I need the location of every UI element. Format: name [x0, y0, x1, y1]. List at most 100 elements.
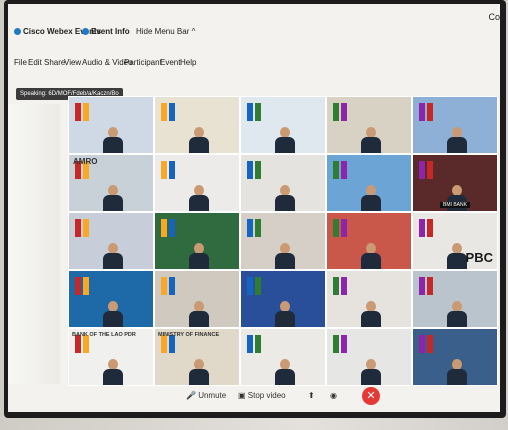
- side-panel: [8, 104, 60, 384]
- participant-body: [360, 137, 381, 153]
- participant-body: [188, 311, 209, 327]
- video-tile[interactable]: [68, 270, 154, 328]
- flag-icon: [247, 335, 253, 353]
- participant-avatar: [274, 301, 295, 327]
- video-tile[interactable]: [412, 328, 498, 386]
- tile-logo-text: AMRO: [73, 157, 98, 166]
- video-tile[interactable]: [240, 96, 326, 154]
- video-tile[interactable]: [412, 270, 498, 328]
- flag-icon: [75, 219, 81, 237]
- participant-avatar: [188, 185, 209, 211]
- participant-avatar: [360, 359, 381, 385]
- participant-avatar: [274, 243, 295, 269]
- video-tile[interactable]: BMI BANK: [412, 154, 498, 212]
- video-tile[interactable]: [326, 328, 412, 386]
- share-icon[interactable]: ⬆: [308, 391, 315, 400]
- video-tile[interactable]: PBC: [412, 212, 498, 270]
- end-call-button[interactable]: ✕: [362, 387, 380, 405]
- flag-icon: [419, 161, 425, 179]
- flag-icon: [169, 219, 175, 237]
- menu-edit[interactable]: Edit: [28, 58, 42, 67]
- tile-banner-text: BANK OF THE LAO PDR: [72, 332, 136, 338]
- participant-avatar: [102, 243, 123, 269]
- participant-body: [360, 253, 381, 269]
- tile-banner-text: MINISTRY OF FINANCE: [158, 332, 220, 338]
- participant-body: [102, 253, 123, 269]
- participant-body: [102, 311, 123, 327]
- participant-avatar: [360, 301, 381, 327]
- video-tile[interactable]: [326, 154, 412, 212]
- record-icon[interactable]: ◉: [330, 391, 337, 400]
- participant-avatar: [188, 359, 209, 385]
- tile-name-plate: BMI BANK: [440, 202, 470, 208]
- flag-icon: [333, 103, 339, 121]
- video-tile[interactable]: [154, 270, 240, 328]
- video-tile[interactable]: [154, 96, 240, 154]
- participant-avatar: [102, 359, 123, 385]
- menu-event[interactable]: Event: [160, 58, 180, 67]
- flag-icon: [83, 277, 89, 295]
- flag-icon: [247, 161, 253, 179]
- participant-body: [188, 137, 209, 153]
- menu-view[interactable]: View: [64, 58, 81, 67]
- flag-icon: [83, 103, 89, 121]
- menu-file[interactable]: File: [14, 58, 27, 67]
- video-tile[interactable]: [154, 154, 240, 212]
- event-info-tab[interactable]: Event Info: [82, 27, 130, 36]
- participant-avatar: [446, 127, 467, 153]
- participant-avatar: [274, 359, 295, 385]
- video-tile[interactable]: [326, 96, 412, 154]
- participant-avatar: [188, 301, 209, 327]
- flag-icon: [427, 219, 433, 237]
- video-tile[interactable]: [68, 96, 154, 154]
- video-tile[interactable]: [326, 212, 412, 270]
- flag-icon: [427, 161, 433, 179]
- participant-body: [446, 369, 467, 385]
- participant-body: [446, 311, 467, 327]
- flag-icon: [333, 161, 339, 179]
- video-tile[interactable]: [240, 328, 326, 386]
- tile-logo-text: PBC: [465, 250, 493, 265]
- monitor-screen: Cisco Webex Events Event Info Hide Menu …: [8, 4, 500, 412]
- hide-menu-button[interactable]: Hide Menu Bar ^: [136, 27, 195, 36]
- flag-icon: [341, 277, 347, 295]
- menu-help[interactable]: Help: [180, 58, 196, 67]
- meeting-controls: 🎤 Unmute ▣ Stop video ⬆ ◉ ✕: [8, 384, 500, 408]
- video-tile[interactable]: [412, 96, 498, 154]
- video-tile[interactable]: [240, 212, 326, 270]
- flag-icon: [255, 335, 261, 353]
- participant-avatar: [274, 127, 295, 153]
- video-tile[interactable]: [240, 154, 326, 212]
- video-tile[interactable]: BANK OF THE LAO PDR: [68, 328, 154, 386]
- flag-icon: [169, 277, 175, 295]
- webex-icon: [14, 28, 21, 35]
- participant-body: [188, 369, 209, 385]
- flag-icon: [75, 103, 81, 121]
- participant-body: [274, 253, 295, 269]
- video-tile[interactable]: [154, 212, 240, 270]
- flag-icon: [255, 103, 261, 121]
- flag-icon: [255, 219, 261, 237]
- flag-icon: [161, 103, 167, 121]
- unmute-button[interactable]: 🎤 Unmute: [186, 391, 226, 400]
- participant-body: [446, 137, 467, 153]
- video-tile[interactable]: AMRO: [68, 154, 154, 212]
- participant-avatar: [274, 185, 295, 211]
- video-tile[interactable]: [240, 270, 326, 328]
- video-tile[interactable]: MINISTRY OF FINANCE: [154, 328, 240, 386]
- menu-share[interactable]: Share: [44, 58, 65, 67]
- flag-icon: [83, 219, 89, 237]
- menu-participant[interactable]: Participant: [124, 58, 162, 67]
- video-tile[interactable]: [326, 270, 412, 328]
- participant-avatar: [102, 127, 123, 153]
- video-tile[interactable]: [68, 212, 154, 270]
- participant-avatar: [446, 301, 467, 327]
- stop-video-button[interactable]: ▣ Stop video: [238, 391, 286, 400]
- flag-icon: [247, 103, 253, 121]
- flag-icon: [427, 277, 433, 295]
- flag-icon: [419, 277, 425, 295]
- participant-body: [102, 195, 123, 211]
- participant-avatar: [360, 243, 381, 269]
- participant-avatar: [102, 185, 123, 211]
- participant-body: [274, 137, 295, 153]
